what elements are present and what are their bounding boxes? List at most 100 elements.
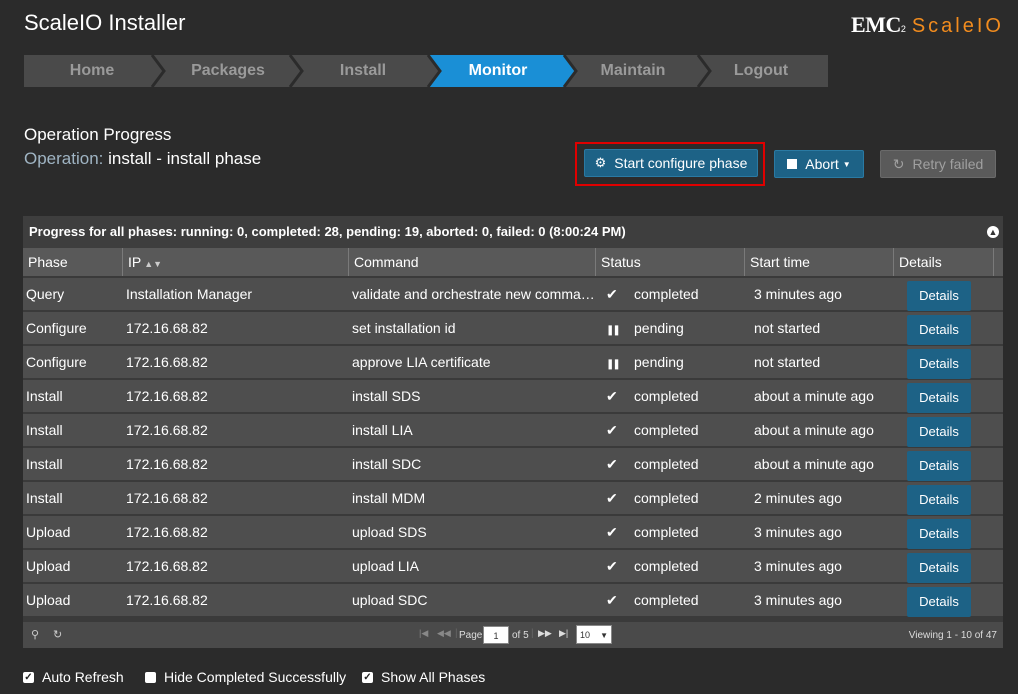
status-text: completed <box>634 592 699 608</box>
app-title: ScaleIO Installer <box>24 10 186 35</box>
details-button[interactable]: Details <box>907 451 971 481</box>
pause-icon: ❚❚ <box>606 359 621 370</box>
cell-status: ✔ completed <box>603 380 745 412</box>
cell-phase: Query <box>26 286 65 302</box>
cell-status: ✔ completed <box>603 584 745 616</box>
auto-refresh-label: Auto Refresh <box>42 669 124 685</box>
emc-scaleio-logo: EMC 2 ScaleIO <box>851 12 1004 38</box>
cell-start-time: about a minute ago <box>754 456 874 472</box>
show-all-phases-checkbox[interactable]: ✓ Show All Phases <box>362 669 485 685</box>
details-button[interactable]: Details <box>907 417 971 447</box>
cell-start-time: about a minute ago <box>754 422 874 438</box>
wizard-step-monitor[interactable]: Monitor <box>430 55 566 87</box>
col-ip-label: IP <box>128 254 142 270</box>
cell-start-time: about a minute ago <box>754 388 874 404</box>
cell-start-time: 3 minutes ago <box>754 558 842 574</box>
page-size-select[interactable]: 10 ▼ <box>576 625 612 644</box>
logo-brand: EMC <box>851 12 901 37</box>
details-button[interactable]: Details <box>907 519 971 549</box>
details-button[interactable]: Details <box>907 349 971 379</box>
check-icon: ✔ <box>606 592 618 608</box>
table-row: Query Installation Manager validate and or… <box>23 278 1003 311</box>
cell-status: ✔ completed <box>603 482 745 514</box>
start-configure-button[interactable]: ⚙ Start configure phase <box>584 149 758 177</box>
check-icon: ✔ <box>606 286 618 302</box>
page-number-input[interactable]: 1 <box>483 626 509 644</box>
cell-status: ❚❚ pending <box>603 346 745 378</box>
cell-start-time: 3 minutes ago <box>754 286 842 302</box>
details-button[interactable]: Details <box>907 485 971 515</box>
cell-phase: Install <box>26 422 63 438</box>
details-button[interactable]: Details <box>907 281 971 311</box>
status-text: completed <box>634 558 699 574</box>
search-icon[interactable]: ⚲ <box>31 628 39 641</box>
cell-command: upload LIA <box>352 558 419 574</box>
details-button[interactable]: Details <box>907 587 971 617</box>
status-text: completed <box>634 456 699 472</box>
abort-button[interactable]: Abort ▼ <box>774 150 864 178</box>
show-all-phases-label: Show All Phases <box>381 669 486 685</box>
cell-start-time: not started <box>754 320 821 336</box>
table-row: Install 172.16.68.82 install SDS about a mi… <box>23 380 1003 413</box>
cell-ip: 172.16.68.82 <box>126 388 208 404</box>
cell-ip: 172.16.68.82 <box>126 592 208 608</box>
refresh-grid-icon[interactable]: ↻ <box>53 628 62 641</box>
cell-phase: Configure <box>26 320 87 336</box>
retry-failed-button[interactable]: ↻ Retry failed <box>880 150 996 178</box>
logo-product: ScaleIO <box>911 15 1004 37</box>
auto-refresh-checkbox[interactable]: ✓ Auto Refresh <box>23 669 124 685</box>
check-icon: ✔ <box>606 388 618 404</box>
cell-phase: Upload <box>26 592 71 608</box>
cell-phase: Upload <box>26 524 71 540</box>
last-page-icon[interactable]: ▶| <box>559 628 568 639</box>
gear-icon: ⚙ <box>594 155 607 170</box>
start-configure-label: Start configure phase <box>614 155 748 171</box>
check-icon: ✔ <box>606 490 618 506</box>
collapse-icon[interactable]: ▲ <box>987 226 999 238</box>
cell-ip: 172.16.68.82 <box>126 524 208 540</box>
wizard-step-maintain[interactable]: Maintain <box>566 55 700 87</box>
pager-separator: | <box>455 628 458 639</box>
col-ip[interactable]: IP ▲▼ <box>123 248 349 276</box>
wizard-step-packages[interactable]: Packages <box>160 55 296 87</box>
details-button[interactable]: Details <box>907 383 971 413</box>
operation-value: install - install phase <box>108 149 262 168</box>
status-text: completed <box>634 422 699 438</box>
cell-status: ✔ completed <box>603 448 745 480</box>
details-button[interactable]: Details <box>907 315 971 345</box>
col-command[interactable]: Command <box>349 248 596 276</box>
retry-failed-label: Retry failed <box>912 156 984 172</box>
col-status[interactable]: Status <box>596 248 745 276</box>
wizard-step-home[interactable]: Home <box>24 55 160 87</box>
cell-command: install SDC <box>352 456 422 472</box>
check-icon: ✔ <box>606 524 618 540</box>
cell-command: install LIA <box>352 422 413 438</box>
first-page-icon[interactable]: |◀ <box>419 628 428 639</box>
hide-completed-checkbox[interactable]: Hide Completed Successfully <box>145 669 346 685</box>
pager-separator: | <box>531 628 534 639</box>
cell-phase: Install <box>26 456 63 472</box>
cell-command: set installation id <box>352 320 456 336</box>
cell-start-time: 3 minutes ago <box>754 592 842 608</box>
col-phase[interactable]: Phase <box>23 248 123 276</box>
table-row: Install 172.16.68.82 install LIA about a mi… <box>23 414 1003 447</box>
next-page-icon[interactable]: ▶▶ <box>538 628 552 639</box>
cell-command: upload SDS <box>352 524 427 540</box>
cell-command: upload SDC <box>352 592 428 608</box>
col-details[interactable]: Details <box>894 248 994 276</box>
cell-ip: 172.16.68.82 <box>126 490 208 506</box>
checkbox-unchecked-icon <box>145 671 156 683</box>
cell-phase: Install <box>26 490 63 506</box>
operation-heading: Operation Progress <box>24 125 172 144</box>
status-text: completed <box>634 490 699 506</box>
prev-page-icon[interactable]: ◀◀ <box>437 628 451 639</box>
sort-icon: ▲▼ <box>144 259 163 269</box>
wizard-step-install[interactable]: Install <box>296 55 430 87</box>
col-start-time[interactable]: Start time <box>745 248 894 276</box>
progress-grid: Progress for all phases: running: 0, com… <box>23 216 1003 648</box>
wizard-step-logout[interactable]: Logout <box>700 55 822 87</box>
checkbox-checked-icon: ✓ <box>23 671 34 683</box>
status-text: completed <box>634 524 699 540</box>
details-button[interactable]: Details <box>907 553 971 583</box>
table-row: Upload 172.16.68.82 upload LIA 3 minutes ag… <box>23 550 1003 583</box>
